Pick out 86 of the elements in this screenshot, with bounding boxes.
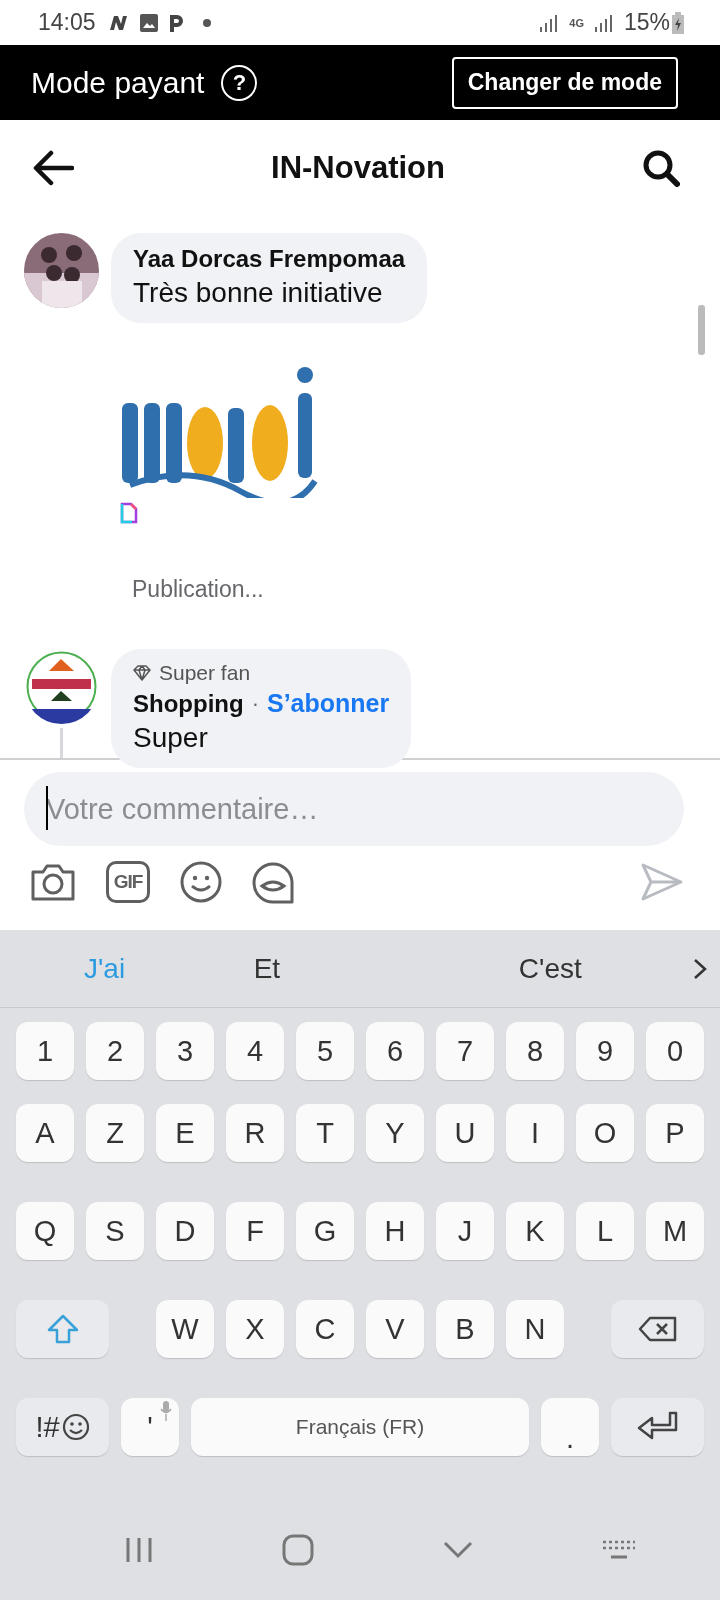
key[interactable]: 4 [226,1022,284,1080]
key[interactable]: . [541,1398,599,1456]
file-icon [120,502,138,524]
comment-text: Très bonne initiative [133,277,384,309]
key[interactable]: V [366,1300,424,1358]
key-label: !# [35,1410,60,1444]
key[interactable]: Q [16,1202,74,1260]
battery-percent: 15% [623,9,670,36]
key[interactable]: 0 [646,1022,704,1080]
home-icon[interactable] [281,1534,314,1566]
key[interactable]: X [226,1300,284,1358]
key[interactable]: H [366,1202,424,1260]
key[interactable]: D [156,1202,214,1260]
key[interactable]: W [156,1300,214,1358]
smiley-icon[interactable] [180,861,222,903]
app-notification-icon [167,12,184,33]
backspace-icon [637,1315,678,1343]
key[interactable]: K [506,1202,564,1260]
gif-button[interactable]: GIF [106,861,150,903]
separator: · [251,690,259,717]
text-cursor [46,786,48,830]
posting-status: Publication... [132,576,265,603]
dot-icon [201,17,212,28]
comment-text: Super [133,722,209,754]
help-icon[interactable]: ? [221,64,258,101]
key[interactable]: O [576,1104,634,1162]
smiley-icon [61,1413,90,1441]
key[interactable]: L [576,1202,634,1260]
key[interactable]: 5 [296,1022,354,1080]
key[interactable]: 9 [576,1022,634,1080]
apostrophe-key[interactable]: ' [121,1398,179,1456]
signal-icon [593,12,614,33]
key[interactable]: 8 [506,1022,564,1080]
suggestion[interactable]: Et [125,952,409,985]
symbols-key[interactable]: !# [16,1398,109,1456]
suggestion[interactable]: C'est [408,952,692,985]
diamond-icon [133,665,151,681]
key[interactable]: S [86,1202,144,1260]
search-icon[interactable] [642,148,680,187]
comment-author[interactable]: Shopping [133,689,244,718]
image-icon [139,13,158,32]
follow-link[interactable]: S’abonner [266,689,390,718]
camera-icon[interactable] [30,862,76,902]
page-title: IN-Novation [270,149,446,186]
key[interactable]: M [646,1202,704,1260]
clock: 14:05 [38,9,96,36]
key[interactable]: 3 [156,1022,214,1080]
signal-icon [539,12,560,33]
key[interactable]: A [16,1104,74,1162]
key[interactable]: J [436,1202,494,1260]
comment-field[interactable]: Votre commentaire… [24,772,684,846]
sticker-icon[interactable] [252,860,296,904]
key[interactable]: Z [86,1104,144,1162]
chevron-down-icon[interactable] [442,1541,473,1559]
key[interactable]: Y [366,1104,424,1162]
microphone-icon [160,1401,172,1421]
chevron-right-icon[interactable] [692,956,708,981]
key[interactable]: N [506,1300,564,1358]
key[interactable]: C [296,1300,354,1358]
key[interactable]: 1 [16,1022,74,1080]
keyboard-icon[interactable] [601,1540,636,1560]
key[interactable]: P [646,1104,704,1162]
key[interactable]: E [156,1104,214,1162]
key[interactable]: 2 [86,1022,144,1080]
comment-author[interactable]: Yaa Dorcas Frempomaa [133,245,406,273]
mode-title: Mode payant [31,65,205,100]
shift-icon [45,1312,80,1346]
recent-apps-icon[interactable] [124,1536,153,1564]
key[interactable]: B [436,1300,494,1358]
key[interactable]: R [226,1104,284,1162]
battery-icon [672,11,684,34]
change-mode-button[interactable]: Changer de mode [451,56,678,109]
key[interactable]: 6 [366,1022,424,1080]
scrollbar [698,305,705,355]
back-arrow-icon[interactable] [32,149,74,186]
network-type: 4G [569,16,584,29]
backspace-key[interactable] [611,1300,704,1358]
key[interactable]: G [296,1202,354,1260]
key[interactable]: U [436,1104,494,1162]
space-key[interactable]: Français (FR) [191,1398,529,1456]
key[interactable]: I [506,1104,564,1162]
key[interactable]: F [226,1202,284,1260]
key[interactable]: T [296,1104,354,1162]
enter-key[interactable] [611,1398,704,1456]
badge-label: Super fan [159,661,251,685]
key[interactable]: 7 [436,1022,494,1080]
